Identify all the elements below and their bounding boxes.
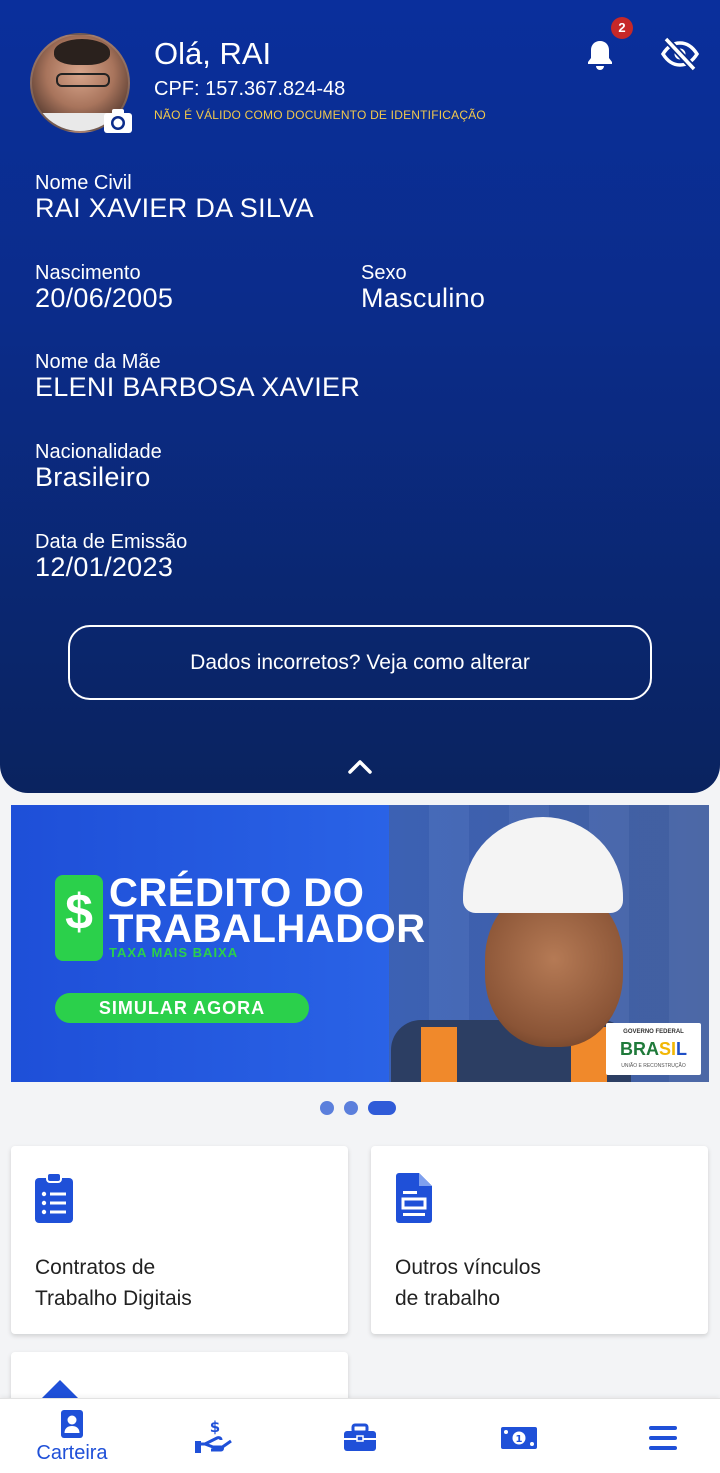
simulate-now-button[interactable]: SIMULAR AGORA xyxy=(55,993,309,1023)
bottom-navigation: Carteira $ 1 xyxy=(0,1398,720,1473)
label-nascimento: Nascimento xyxy=(35,262,141,284)
dollar-icon: $ xyxy=(65,884,93,940)
banner-title-line2: TRABALHADOR xyxy=(109,907,426,951)
briefcase-icon xyxy=(344,1423,376,1451)
document-icon xyxy=(396,1173,432,1223)
value-sexo: Masculino xyxy=(361,283,486,313)
hamburger-menu-icon xyxy=(649,1426,677,1450)
nav-carteira[interactable]: Carteira xyxy=(17,1399,127,1473)
value-nome-civil: RAI XAVIER DA SILVA xyxy=(35,193,314,223)
gov-logo-top: GOVERNO FEDERAL xyxy=(623,1029,684,1035)
carousel-dot-active[interactable] xyxy=(368,1101,396,1115)
invalid-document-disclaimer: NÃO É VÁLIDO COMO DOCUMENTO DE IDENTIFIC… xyxy=(154,108,486,122)
svg-text:1: 1 xyxy=(516,1434,523,1445)
camera-icon[interactable] xyxy=(103,108,133,134)
value-data-emissao: 12/01/2023 xyxy=(35,552,174,582)
label-nome-mae: Nome da Mãe xyxy=(35,351,161,373)
gov-brasil-logo: GOVERNO FEDERAL BRASIL UNIÃO E RECONSTRU… xyxy=(606,1023,701,1075)
hand-money-icon: $ xyxy=(195,1419,232,1453)
carousel-indicator xyxy=(320,1101,396,1115)
card-outros-vinculos[interactable]: Outros vínculos de trabalho xyxy=(371,1146,708,1334)
label-nome-civil: Nome Civil xyxy=(35,172,132,194)
identity-panel: Olá, RAI CPF: 157.367.824-48 NÃO É VÁLID… xyxy=(0,0,720,793)
label-data-emissao: Data de Emissão xyxy=(35,531,188,553)
nav-carteira-label: Carteira xyxy=(36,1442,108,1464)
nav-work[interactable] xyxy=(305,1399,415,1473)
card-label: Contratos de Trabalho Digitais xyxy=(35,1256,192,1310)
label-sexo: Sexo xyxy=(361,262,407,284)
money-bill-icon: 1 xyxy=(501,1427,537,1449)
incorrect-data-button[interactable]: Dados incorretos? Veja como alterar xyxy=(68,625,652,700)
bell-icon[interactable] xyxy=(584,38,616,72)
gov-logo-word: BRASIL xyxy=(606,1039,701,1060)
avatar-glasses xyxy=(56,73,110,87)
partial-card-icon xyxy=(42,1380,78,1398)
banner-subtitle: TAXA MAIS BAIXA xyxy=(109,945,239,960)
carousel-dot[interactable] xyxy=(320,1101,334,1115)
worker-vest-left xyxy=(421,1027,457,1082)
avatar-hair xyxy=(54,39,110,65)
banner-title: CRÉDITO DO TRABALHADOR xyxy=(109,871,426,951)
svg-text:$: $ xyxy=(210,1419,220,1436)
carousel-dot[interactable] xyxy=(344,1101,358,1115)
nav-benefits[interactable]: $ xyxy=(160,1399,270,1473)
label-nacionalidade: Nacionalidade xyxy=(35,441,162,463)
gov-word-2: SI xyxy=(658,1039,676,1059)
id-card-icon xyxy=(61,1410,83,1438)
nav-menu[interactable] xyxy=(608,1399,718,1473)
card-contratos-digitais[interactable]: Contratos de Trabalho Digitais xyxy=(11,1146,348,1334)
promo-banner[interactable]: $ CRÉDITO DO TRABALHADOR TAXA MAIS BAIXA… xyxy=(11,805,709,1082)
gov-word-1: BRA xyxy=(619,1039,659,1059)
banner-title-line1: CRÉDITO DO xyxy=(109,871,365,915)
value-nascimento: 20/06/2005 xyxy=(35,283,174,313)
value-nome-mae: ELENI BARBOSA XAVIER xyxy=(35,372,361,402)
value-nacionalidade: Brasileiro xyxy=(35,462,151,492)
notification-badge: 2 xyxy=(611,17,633,39)
greeting: Olá, RAI xyxy=(154,36,272,71)
card-label: Outros vínculos de trabalho xyxy=(395,1256,541,1310)
chevron-up-icon[interactable] xyxy=(346,756,374,776)
gov-logo-foot: UNIÃO E RECONSTRUÇÃO xyxy=(621,1063,686,1069)
clipboard-list-icon xyxy=(35,1172,73,1223)
eye-slash-icon[interactable] xyxy=(660,36,700,72)
nav-payments[interactable]: 1 xyxy=(464,1399,574,1473)
gov-word-3: L xyxy=(676,1039,687,1059)
cpf-number: CPF: 157.367.824-48 xyxy=(154,78,346,100)
